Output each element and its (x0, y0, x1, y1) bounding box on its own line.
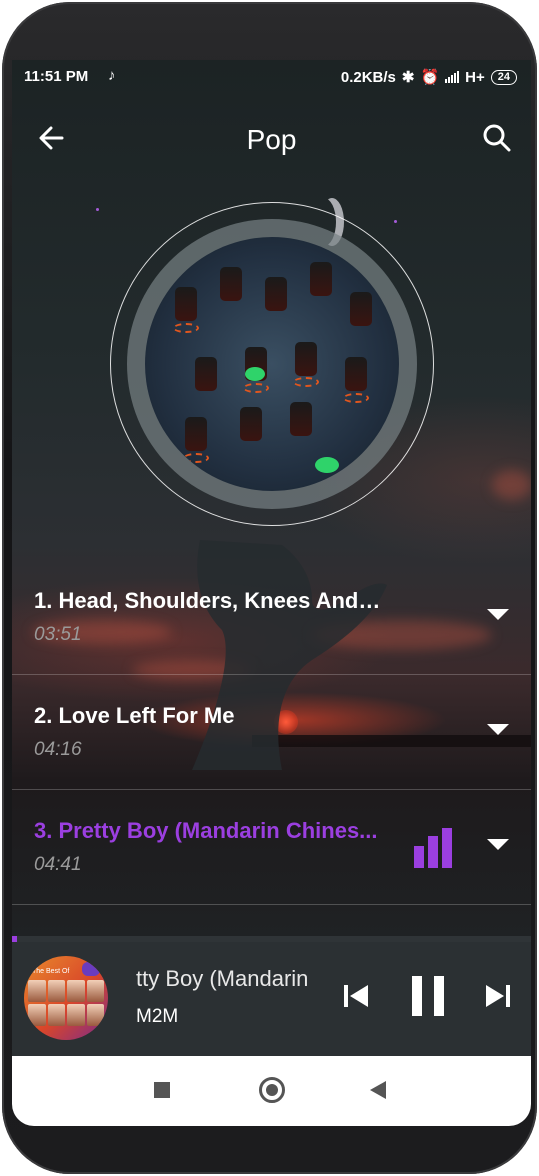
mixer-knob (290, 402, 312, 436)
next-button[interactable] (484, 982, 512, 1010)
chevron-down-icon[interactable] (487, 839, 509, 850)
song-item-active[interactable]: 3. Pretty Boy (Mandarin Chines... 04:41 (12, 790, 531, 905)
progress-fill (12, 936, 18, 942)
status-indicators: 0.2KB/s ✱ ⏰ H+ 24 (341, 68, 517, 86)
skip-next-icon (486, 985, 510, 1007)
green-led (315, 457, 339, 473)
song-duration: 03:51 (34, 624, 82, 645)
status-bar: 11:51 PM ♪ 0.2KB/s ✱ ⏰ H+ 24 (12, 60, 531, 94)
signal-icon (445, 71, 460, 83)
mixer-knob (195, 357, 217, 391)
alarm-off-icon: ⏰ (420, 69, 440, 86)
now-playing-title: tty Boy (Mandarin (136, 966, 309, 991)
mixer-knob (175, 287, 197, 321)
status-time: 11:51 PM (24, 68, 89, 85)
mixer-knob (310, 262, 332, 296)
knob-led (293, 377, 319, 387)
battery-icon: 24 (490, 69, 517, 85)
phone-frame: 11:51 PM ♪ 0.2KB/s ✱ ⏰ H+ 24 Pop 1. Head… (2, 2, 537, 1174)
pause-icon (412, 976, 444, 1016)
bluetooth-icon: ✱ (401, 69, 415, 86)
pause-button[interactable] (408, 974, 448, 1018)
cloud (492, 470, 531, 500)
mini-player[interactable]: The Best Of tty Boy (Mandarin M2M (12, 936, 531, 1056)
song-item[interactable]: 2. Love Left For Me 04:16 (12, 675, 531, 790)
now-playing-cover[interactable]: The Best Of (24, 956, 108, 1040)
page-title: Pop (246, 124, 297, 155)
now-playing-artist: M2M (136, 1006, 179, 1027)
recents-button[interactable] (154, 1082, 170, 1098)
equalizer-icon (414, 828, 456, 868)
previous-button[interactable] (342, 982, 370, 1010)
song-list: 1. Head, Shoulders, Knees And Toes 03:51… (12, 560, 531, 905)
mixer-knob (265, 277, 287, 311)
mixer-knob (240, 407, 262, 441)
knob-led (343, 393, 369, 403)
app-screen: 11:51 PM ♪ 0.2KB/s ✱ ⏰ H+ 24 Pop 1. Head… (12, 60, 531, 1126)
navigation-bar (12, 1056, 531, 1126)
star (394, 220, 397, 223)
cover-photos (28, 980, 104, 1026)
knob-led (183, 453, 209, 463)
mixer-knob (220, 267, 242, 301)
star (96, 208, 99, 211)
home-button[interactable] (259, 1077, 285, 1103)
knob-led (173, 323, 199, 333)
mixer-knob (350, 292, 372, 326)
skip-previous-icon (344, 985, 368, 1007)
song-duration: 04:41 (34, 854, 82, 875)
music-note-icon: ♪ (108, 67, 116, 84)
song-item[interactable]: 1. Head, Shoulders, Knees And Toes 03:51 (12, 560, 531, 675)
app-bar: Pop (12, 110, 531, 166)
mixer-knob (295, 342, 317, 376)
cover-text: The Best Of (32, 968, 70, 975)
network-speed: 0.2KB/s (340, 68, 396, 86)
mixer-knob (345, 357, 367, 391)
song-duration: 04:16 (34, 739, 82, 760)
mixer-knob (185, 417, 207, 451)
song-title: 2. Love Left For Me (34, 703, 235, 728)
chevron-down-icon[interactable] (487, 724, 509, 735)
knob-led (243, 383, 269, 393)
green-led (245, 367, 265, 381)
cover-badge (82, 962, 100, 976)
network-type: H+ (465, 68, 485, 86)
song-title: 3. Pretty Boy (Mandarin Chines... (34, 818, 378, 843)
chevron-down-icon[interactable] (487, 609, 509, 620)
search-icon (483, 124, 511, 152)
search-button[interactable] (481, 122, 513, 154)
album-artwork[interactable] (145, 237, 399, 491)
progress-bar[interactable] (12, 936, 531, 942)
song-title: 1. Head, Shoulders, Knees And Toes (34, 588, 384, 613)
system-back-button[interactable] (370, 1081, 386, 1099)
